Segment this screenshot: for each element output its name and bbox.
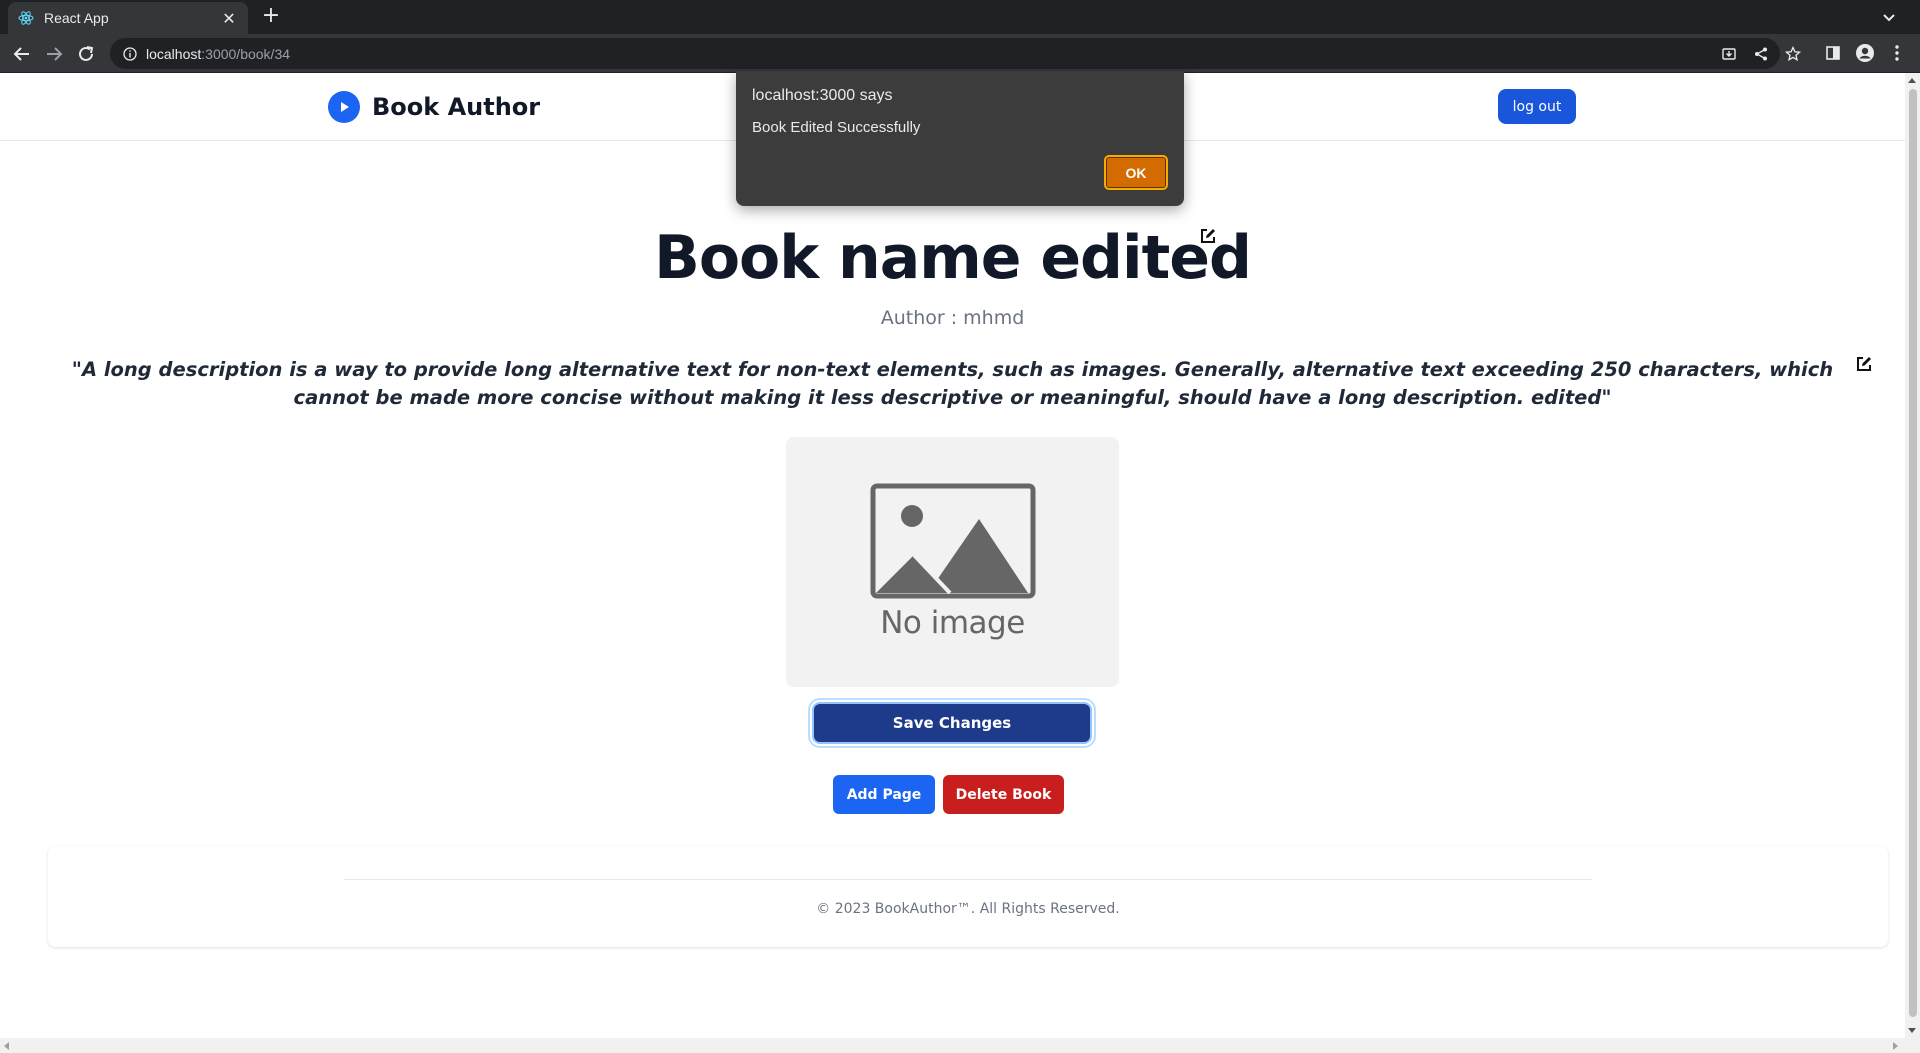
- alert-message: Book Edited Successfully: [752, 119, 921, 136]
- scroll-up-arrow-icon[interactable]: [1908, 78, 1916, 83]
- cover-placeholder-text: No image: [880, 605, 1025, 641]
- brand-name: Book Author: [372, 93, 541, 121]
- tab-title: React App: [44, 10, 109, 26]
- horizontal-scrollbar[interactable]: [0, 1038, 1920, 1053]
- alert-dialog: localhost:3000 says Book Edited Successf…: [736, 71, 1184, 206]
- vertical-scrollbar[interactable]: [1905, 73, 1920, 1038]
- save-changes-button[interactable]: Save Changes: [812, 702, 1092, 744]
- side-panel-icon[interactable]: [1823, 43, 1843, 63]
- scroll-left-arrow-icon[interactable]: [4, 1042, 9, 1050]
- bookmark-star-icon[interactable]: [1784, 45, 1802, 63]
- footer-copyright: © 2023 BookAuthor™. All Rights Reserved.: [816, 901, 1120, 917]
- back-arrow-icon[interactable]: [10, 42, 34, 66]
- scroll-down-arrow-icon[interactable]: [1908, 1028, 1916, 1033]
- site-footer: © 2023 BookAuthor™. All Rights Reserved.: [48, 846, 1888, 947]
- reload-icon[interactable]: [74, 42, 98, 66]
- alert-title: localhost:3000 says: [752, 87, 893, 104]
- book-cover-placeholder[interactable]: No image: [786, 437, 1119, 687]
- image-placeholder-icon: [870, 483, 1035, 599]
- brand-link[interactable]: Book Author: [328, 91, 540, 123]
- footer-divider: [344, 879, 1592, 880]
- play-logo-icon: [328, 91, 360, 123]
- address-bar[interactable]: localhost:3000/book/34: [110, 38, 1801, 69]
- forward-arrow-icon[interactable]: [42, 42, 66, 66]
- site-info-icon[interactable]: [122, 46, 138, 62]
- edit-description-icon[interactable]: [1855, 355, 1873, 373]
- browser-toolbar: localhost:3000/book/34: [0, 34, 1920, 73]
- browser-tab[interactable]: React App ✕: [8, 2, 248, 34]
- new-tab-icon[interactable]: +: [258, 4, 284, 30]
- tab-search-chevron-icon[interactable]: [1878, 6, 1900, 28]
- url-path: :3000/book/34: [201, 45, 291, 62]
- browser-menu-icon[interactable]: [1887, 43, 1907, 63]
- page-viewport: Book Author log out Book name edited Aut…: [0, 73, 1905, 1038]
- logout-button[interactable]: log out: [1498, 89, 1576, 124]
- url-host: localhost: [146, 45, 202, 62]
- add-page-button[interactable]: Add Page: [833, 775, 935, 814]
- install-app-icon[interactable]: [1720, 45, 1738, 63]
- book-title: Book name edited: [654, 223, 1252, 293]
- delete-book-button[interactable]: Delete Book: [943, 775, 1064, 814]
- browser-tab-strip: React App ✕ +: [0, 0, 1920, 34]
- vertical-scrollbar-thumb[interactable]: [1909, 89, 1917, 1017]
- edit-title-icon[interactable]: [1199, 227, 1217, 245]
- close-tab-icon[interactable]: ✕: [220, 9, 238, 28]
- share-icon[interactable]: [1752, 45, 1770, 63]
- scroll-right-arrow-icon[interactable]: [1893, 1042, 1898, 1050]
- react-logo-icon: [18, 10, 34, 26]
- profile-avatar-icon[interactable]: [1855, 43, 1875, 63]
- alert-ok-button[interactable]: OK: [1104, 155, 1168, 190]
- book-author: Author : mhmd: [880, 307, 1025, 329]
- book-description: "A long description is a way to provide …: [71, 358, 1834, 409]
